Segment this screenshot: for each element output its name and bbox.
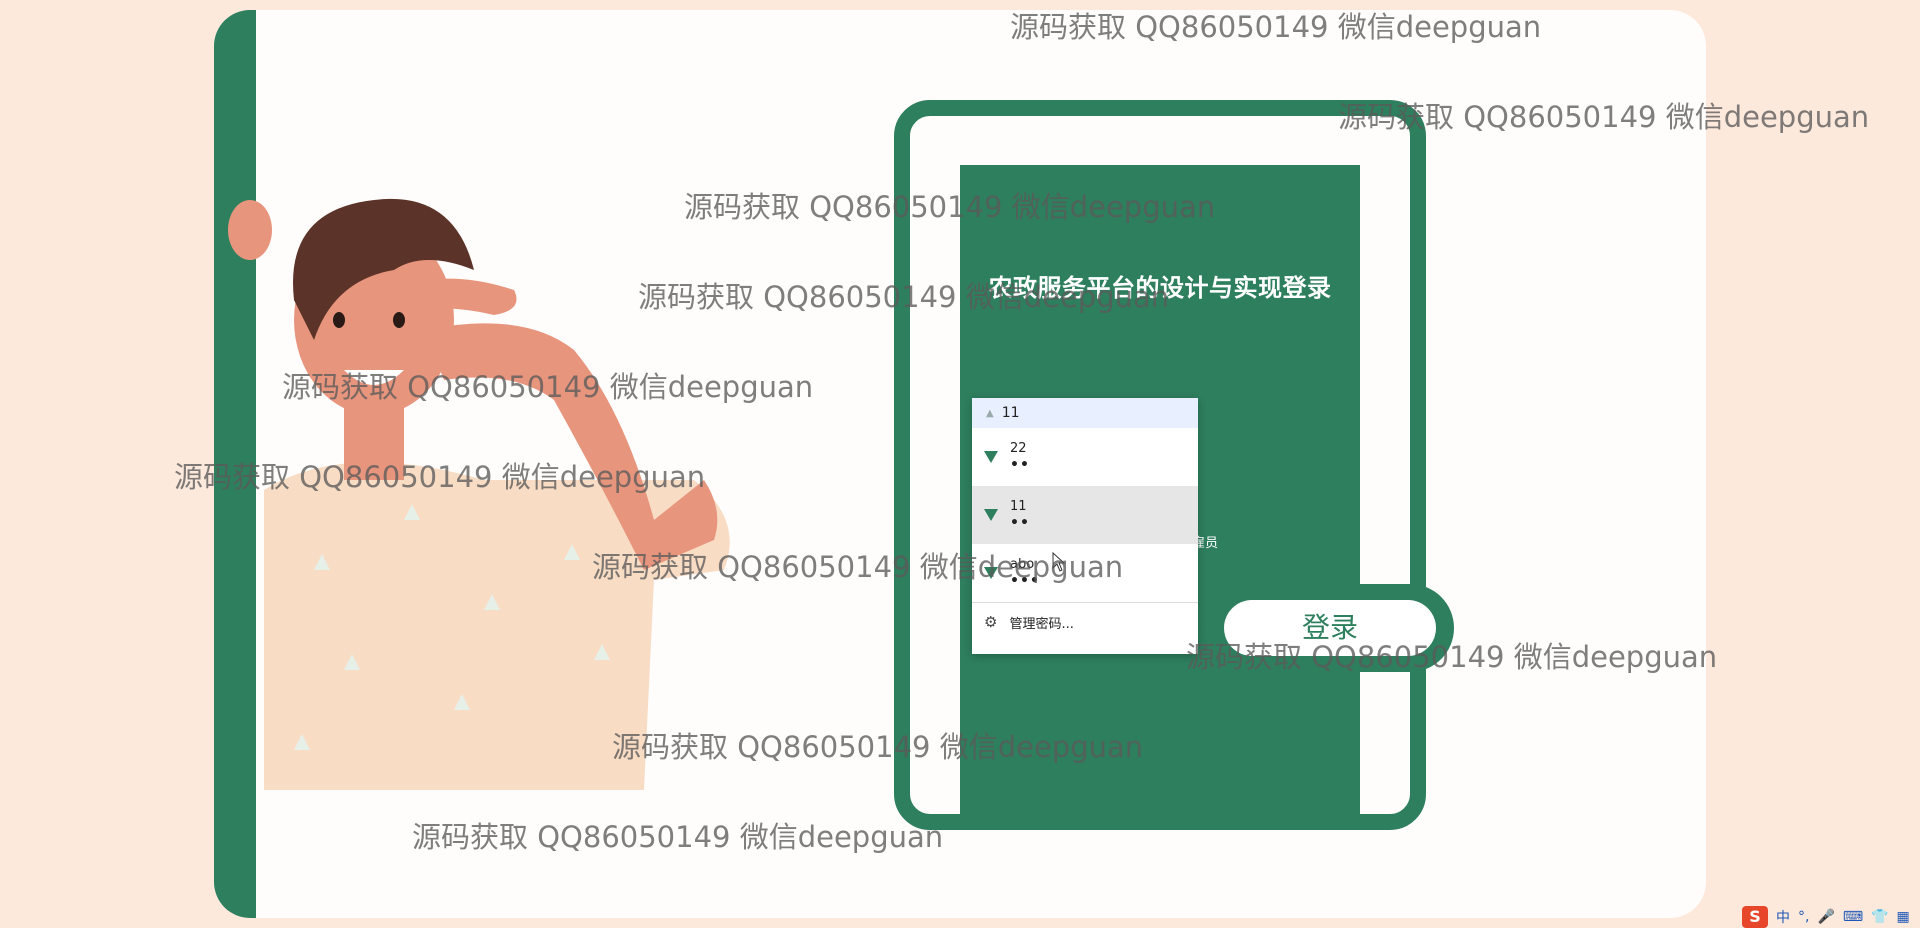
watermark-text: 源码获取 QQ86050149 微信deepguan: [592, 544, 1123, 586]
ime-mode-toggle[interactable]: 中: [1776, 907, 1790, 927]
username-input-value: 11: [1002, 405, 1020, 421]
keyboard-icon[interactable]: ⌨: [1843, 909, 1863, 925]
chevron-icon: ▲: [986, 408, 994, 419]
microphone-icon[interactable]: 🎤: [1817, 909, 1834, 925]
gear-icon: ⚙: [984, 613, 997, 631]
autocomplete-dropdown: ▲ 11 22 •• 11 •• abo ••• ⚙ 管理密码...: [972, 398, 1198, 654]
autocomplete-password-mask: ••: [1010, 515, 1030, 531]
autocomplete-password-mask: ••: [1010, 457, 1030, 473]
skin-icon[interactable]: 👕: [1871, 909, 1888, 925]
punctuation-icon[interactable]: °,: [1798, 909, 1809, 925]
toolbox-icon[interactable]: ▦: [1897, 909, 1910, 925]
watermark-text: 源码获取 QQ86050149 微信deepguan: [282, 364, 813, 406]
autocomplete-username: 22: [1010, 441, 1030, 457]
ime-toolbar: S 中 °, 🎤 ⌨ 👕 ▦: [1742, 906, 1920, 928]
vue-logo-icon: [984, 451, 998, 463]
watermark-text: 源码获取 QQ86050149 微信deepguan: [684, 184, 1215, 226]
watermark-text: 源码获取 QQ86050149 微信deepguan: [412, 814, 943, 856]
autocomplete-username: 11: [1010, 499, 1030, 515]
manage-passwords-label: 管理密码...: [1009, 613, 1073, 632]
watermark-text: 源码获取 QQ86050149 微信deepguan: [1338, 94, 1869, 136]
watermark-text: 源码获取 QQ86050149 微信deepguan: [638, 274, 1169, 316]
autocomplete-item[interactable]: 11 ••: [972, 486, 1198, 544]
vue-logo-icon: [984, 509, 998, 521]
watermark-text: 源码获取 QQ86050149 微信deepguan: [1010, 4, 1541, 46]
watermark-text: 源码获取 QQ86050149 微信deepguan: [1186, 634, 1717, 676]
watermark-text: 源码获取 QQ86050149 微信deepguan: [612, 724, 1143, 766]
autocomplete-item[interactable]: 22 ••: [972, 428, 1198, 486]
sogou-logo-icon[interactable]: S: [1742, 906, 1768, 928]
watermark-text: 源码获取 QQ86050149 微信deepguan: [174, 454, 705, 496]
manage-passwords-item[interactable]: ⚙ 管理密码...: [972, 603, 1198, 641]
username-input[interactable]: ▲ 11: [972, 398, 1198, 428]
